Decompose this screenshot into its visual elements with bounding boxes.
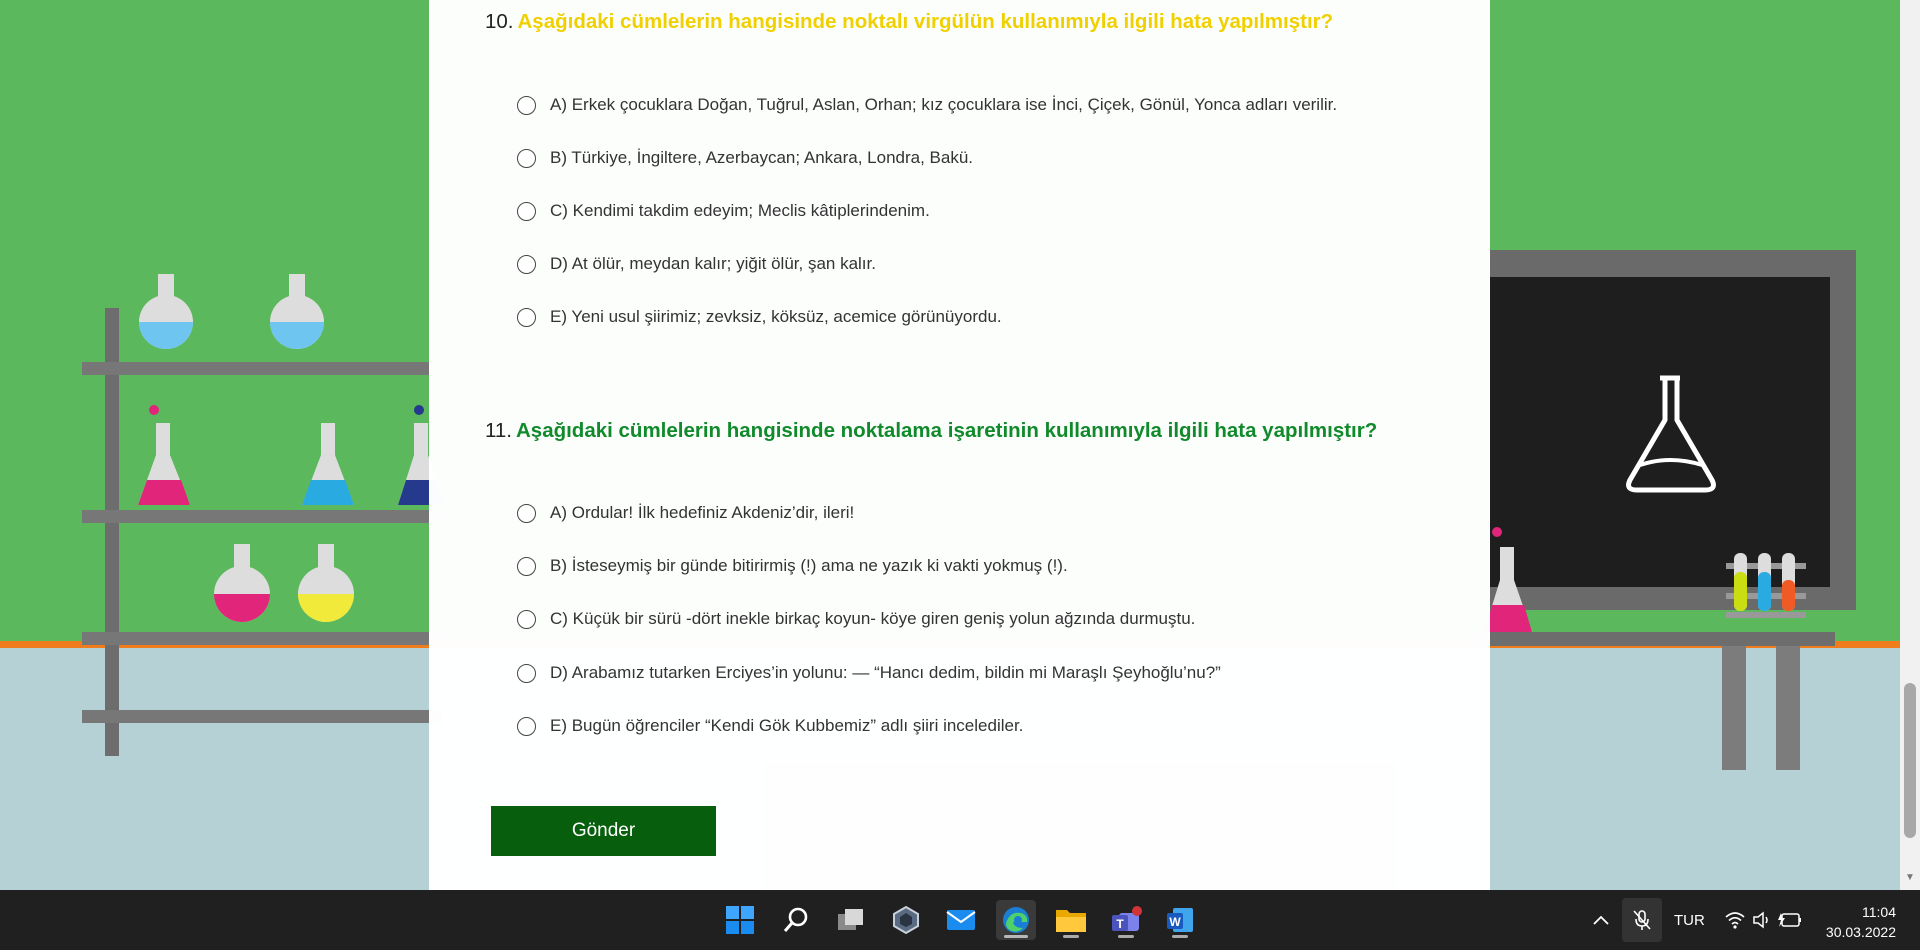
battery-charging-icon[interactable] bbox=[1778, 890, 1802, 950]
question-11-option-c[interactable]: C) Küçük bir sürü -dört inekle birkaç ko… bbox=[517, 604, 1195, 634]
radio-button[interactable] bbox=[517, 201, 536, 221]
question-11-text: Aşağıdaki cümlelerin hangisinde noktalam… bbox=[515, 419, 1378, 442]
submit-button[interactable]: Gönder bbox=[491, 806, 716, 856]
question-10-option-d[interactable]: D) At ölür, meydan kalır; yiğit ölür, şa… bbox=[517, 249, 876, 279]
scrollbar-thumb[interactable] bbox=[1904, 683, 1916, 838]
test-tube-rack bbox=[1726, 553, 1806, 618]
radio-button[interactable] bbox=[517, 148, 536, 168]
task-view-icon[interactable] bbox=[831, 900, 871, 940]
widgets-icon[interactable] bbox=[886, 900, 926, 940]
word-icon[interactable]: W bbox=[1160, 900, 1200, 940]
question-11-number: 11. bbox=[485, 419, 512, 442]
question-10-title: 10. Aşağıdaki cümlelerin hangisinde nokta… bbox=[485, 10, 1333, 34]
wifi-icon[interactable] bbox=[1724, 890, 1746, 950]
option-label: A) Ordular! İlk hedefiniz Akdeniz’dir, i… bbox=[550, 503, 855, 522]
file-explorer-icon[interactable] bbox=[1051, 900, 1091, 940]
question-10-option-c[interactable]: C) Kendimi takdim edeyim; Meclis kâtiple… bbox=[517, 196, 930, 226]
clock-date: 30.03.2022 bbox=[1825, 924, 1896, 940]
option-label: B) Türkiye, İngiltere, Azerbaycan; Ankar… bbox=[550, 148, 974, 167]
start-icon[interactable] bbox=[720, 900, 760, 940]
taskbar: T W TUR 11:04 30.03.2022 bbox=[0, 890, 1920, 950]
taskbar-clock[interactable]: 11:04 30.03.2022 bbox=[1826, 902, 1896, 942]
quiz-form-panel: 10. Aşağıdaki cümlelerin hangisinde nokta… bbox=[429, 0, 1490, 890]
radio-button[interactable] bbox=[517, 609, 536, 629]
option-label: C) Küçük bir sürü -dört inekle birkaç ko… bbox=[550, 609, 1196, 628]
radio-button[interactable] bbox=[517, 503, 536, 523]
question-10-option-b[interactable]: B) Türkiye, İngiltere, Azerbaycan; Ankar… bbox=[517, 143, 973, 173]
radio-button[interactable] bbox=[517, 716, 536, 736]
radio-button[interactable] bbox=[517, 254, 536, 274]
option-label: E) Bugün öğrenciler “Kendi Gök Kubbemiz”… bbox=[550, 716, 1024, 735]
option-label: D) At ölür, meydan kalır; yiğit ölür, şa… bbox=[550, 254, 876, 273]
option-label: D) Arabamız tutarken Erciyes’in yolunu: … bbox=[550, 663, 1221, 682]
radio-button[interactable] bbox=[517, 307, 536, 327]
question-11-option-a[interactable]: A) Ordular! İlk hedefiniz Akdeniz’dir, i… bbox=[517, 498, 854, 528]
radio-button[interactable] bbox=[517, 95, 536, 115]
question-11-option-e[interactable]: E) Bugün öğrenciler “Kendi Gök Kubbemiz”… bbox=[517, 711, 1023, 741]
option-label: E) Yeni usul şiirimiz; zevksiz, köksüz, … bbox=[550, 307, 1002, 326]
radio-button[interactable] bbox=[517, 556, 536, 576]
option-label: A) Erkek çocuklara Doğan, Tuğrul, Aslan,… bbox=[550, 95, 1338, 114]
mail-icon[interactable] bbox=[941, 900, 981, 940]
input-language-indicator[interactable]: TUR bbox=[1674, 890, 1705, 950]
question-10-number: 10. bbox=[485, 10, 514, 33]
volume-icon[interactable] bbox=[1752, 890, 1772, 950]
scroll-down-arrow-icon[interactable]: ▼ bbox=[1905, 872, 1915, 883]
question-10-option-e[interactable]: E) Yeni usul şiirimiz; zevksiz, köksüz, … bbox=[517, 302, 1002, 332]
question-10-text: Aşağıdaki cümlelerin hangisinde noktalı … bbox=[517, 10, 1334, 33]
microphone-muted-icon[interactable] bbox=[1622, 898, 1662, 942]
option-label: B) İsteseymiş bir günde bitirirmiş (!) a… bbox=[550, 556, 1068, 575]
search-icon[interactable] bbox=[776, 900, 816, 940]
chalkboard bbox=[1490, 250, 1856, 610]
page-scrollbar[interactable]: ▼ bbox=[1900, 0, 1920, 890]
teams-icon[interactable]: T bbox=[1106, 900, 1146, 940]
svg-text:W: W bbox=[1169, 915, 1181, 929]
radio-button[interactable] bbox=[517, 663, 536, 683]
clock-time: 11:04 bbox=[1862, 904, 1896, 920]
edge-icon[interactable] bbox=[996, 900, 1036, 940]
show-hidden-icons-chevron-icon[interactable] bbox=[1592, 890, 1610, 950]
question-11-title: 11. Aşağıdaki cümlelerin hangisinde nokta… bbox=[485, 419, 1377, 443]
option-label: C) Kendimi takdim edeyim; Meclis kâtiple… bbox=[550, 201, 930, 220]
question-10-option-a[interactable]: A) Erkek çocuklara Doğan, Tuğrul, Aslan,… bbox=[517, 90, 1337, 120]
question-11-option-d[interactable]: D) Arabamız tutarken Erciyes’in yolunu: … bbox=[517, 658, 1221, 688]
svg-text:T: T bbox=[1116, 917, 1124, 931]
question-11-option-b[interactable]: B) İsteseymiş bir günde bitirirmiş (!) a… bbox=[517, 551, 1068, 581]
